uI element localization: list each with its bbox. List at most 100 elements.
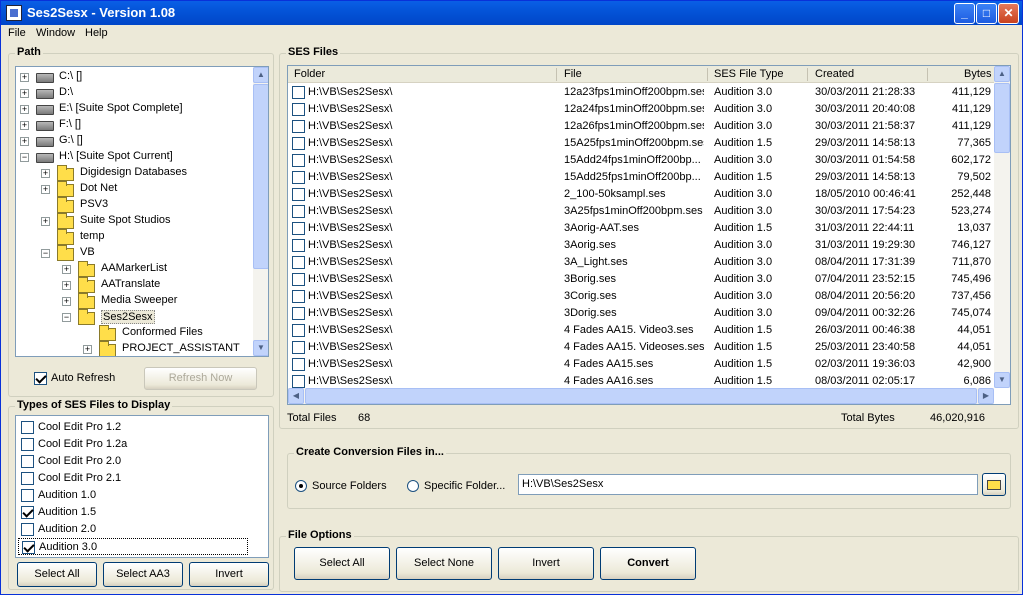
minimize-button[interactable]: _ [954,3,975,24]
expand-icon[interactable]: + [83,345,92,354]
row-checkbox[interactable] [292,222,305,235]
tree-node[interactable]: Conformed Files [16,325,252,341]
scroll-down-arrow-icon[interactable]: ▼ [253,340,268,356]
collapse-icon[interactable]: − [20,153,29,162]
expand-icon[interactable]: + [62,297,71,306]
table-row[interactable]: H:\VB\Ses2Sesx\ 3Corig.ses Audition 3.0 08/… [288,288,992,305]
tree-node[interactable]: PSV3 [16,197,252,213]
tree-node[interactable]: − H:\ [Suite Spot Current] [16,149,252,165]
type-option[interactable]: Cool Edit Pro 2.1 [18,470,248,487]
source-folders-radio[interactable] [295,480,307,492]
grid-hscroll-thumb[interactable] [305,388,977,404]
expand-icon[interactable]: + [20,105,29,114]
browse-folder-button[interactable] [982,473,1006,496]
tree-node[interactable]: + PROJECT_ASSISTANT [16,341,252,356]
table-row[interactable]: H:\VB\Ses2Sesx\ 12a23fps1minOff200bpm.ses… [288,84,992,101]
specific-folder-radio[interactable] [407,480,419,492]
app-icon[interactable] [6,5,22,21]
grid-vscrollbar[interactable]: ▲ ▼ [994,66,1010,388]
close-button[interactable]: ✕ [998,3,1019,24]
tree-node[interactable]: − Ses2Sesx [16,309,252,325]
types-select-all-button[interactable]: Select All [17,562,97,587]
expand-icon[interactable]: + [20,73,29,82]
table-row[interactable]: H:\VB\Ses2Sesx\ 3Dorig.ses Audition 3.0 09/… [288,305,992,322]
tree-scrollbar[interactable]: ▲ ▼ [253,67,268,356]
type-option[interactable]: Audition 3.0 [18,538,248,555]
type-option[interactable]: Audition 1.5 [18,504,248,521]
refresh-now-button[interactable]: Refresh Now [144,367,257,390]
tree-node[interactable]: temp [16,229,252,245]
tree-node[interactable]: + AATranslate [16,277,252,293]
row-checkbox[interactable] [292,273,305,286]
col-folder-header[interactable]: Folder [294,68,325,80]
tree-node[interactable]: + Suite Spot Studios [16,213,252,229]
row-checkbox[interactable] [292,239,305,252]
menu-window[interactable]: Window [36,27,75,39]
title-bar[interactable]: Ses2Sesx - Version 1.08 _ □ ✕ [1,1,1022,25]
tree-node[interactable]: + AAMarkerList [16,261,252,277]
select-aa3-button[interactable]: Select AA3 [103,562,183,587]
type-option[interactable]: Cool Edit Pro 1.2a [18,436,248,453]
col-file-header[interactable]: File [564,68,582,80]
tree-node[interactable]: + Dot Net [16,181,252,197]
grid-vscroll-thumb[interactable] [994,83,1010,153]
row-checkbox[interactable] [292,307,305,320]
select-none-button[interactable]: Select None [396,547,492,580]
tree-node[interactable]: + Digidesign Databases [16,165,252,181]
table-row[interactable]: H:\VB\Ses2Sesx\ 12a24fps1minOff200bpm.ses… [288,101,992,118]
tree-node[interactable]: + G:\ [] [16,133,252,149]
type-option[interactable]: Cool Edit Pro 1.2 [18,419,248,436]
tree-node[interactable]: + E:\ [Suite Spot Complete] [16,101,252,117]
expand-icon[interactable]: + [20,121,29,130]
row-checkbox[interactable] [292,86,305,99]
scroll-thumb[interactable] [253,84,268,269]
table-row[interactable]: H:\VB\Ses2Sesx\ 15Add25fps1minOff200bp...… [288,169,992,186]
menu-file[interactable]: File [8,27,26,39]
tree-node[interactable]: + Media Sweeper [16,293,252,309]
row-checkbox[interactable] [292,137,305,150]
table-row[interactable]: H:\VB\Ses2Sesx\ 12a26fps1minOff200bpm.ses… [288,118,992,135]
auto-refresh-checkbox[interactable] [34,372,47,385]
grid-scroll-left-icon[interactable]: ◀ [288,388,304,404]
expand-icon[interactable]: + [41,169,50,178]
row-checkbox[interactable] [292,324,305,337]
row-checkbox[interactable] [292,375,305,388]
row-checkbox[interactable] [292,256,305,269]
scroll-up-arrow-icon[interactable]: ▲ [253,67,268,83]
maximize-button[interactable]: □ [976,3,997,24]
col-created-header[interactable]: Created [815,68,854,80]
table-row[interactable]: H:\VB\Ses2Sesx\ 3Aorig.ses Audition 3.0 31/… [288,237,992,254]
grid-hscrollbar[interactable]: ◀ ▶ [288,388,994,404]
type-option[interactable]: Audition 2.0 [18,521,248,538]
table-row[interactable]: H:\VB\Ses2Sesx\ 15Add24fps1minOff200bp...… [288,152,992,169]
row-checkbox[interactable] [292,171,305,184]
table-row[interactable]: H:\VB\Ses2Sesx\ 2_100-50ksampl.ses Auditio… [288,186,992,203]
collapse-icon[interactable]: − [62,313,71,322]
tree-node[interactable]: + F:\ [] [16,117,252,133]
ses-files-grid[interactable]: Folder File SES File Type Created Bytes … [287,65,1011,405]
type-checkbox[interactable] [21,472,34,485]
type-checkbox[interactable] [21,506,34,519]
col-type-header[interactable]: SES File Type [714,68,784,80]
row-checkbox[interactable] [292,205,305,218]
convert-button[interactable]: Convert [600,547,696,580]
row-checkbox[interactable] [292,120,305,133]
select-all-button[interactable]: Select All [294,547,390,580]
table-row[interactable]: H:\VB\Ses2Sesx\ 4 Fades AA15.ses Audition … [288,356,992,373]
type-checkbox[interactable] [21,455,34,468]
types-list[interactable]: Cool Edit Pro 1.2 Cool Edit Pro 1.2a Cool … [15,415,269,558]
collapse-icon[interactable]: − [41,249,50,258]
tree-node[interactable]: + D:\ [16,85,252,101]
type-checkbox[interactable] [21,438,34,451]
row-checkbox[interactable] [292,341,305,354]
expand-icon[interactable]: + [41,217,50,226]
row-checkbox[interactable] [292,188,305,201]
menu-help[interactable]: Help [85,27,108,39]
type-checkbox[interactable] [21,523,34,536]
table-row[interactable]: H:\VB\Ses2Sesx\ 3A25fps1minOff200bpm.ses A… [288,203,992,220]
table-row[interactable]: H:\VB\Ses2Sesx\ 4 Fades AA15. Videoses.se… [288,339,992,356]
grid-scroll-right-icon[interactable]: ▶ [978,388,994,404]
expand-icon[interactable]: + [41,185,50,194]
row-checkbox[interactable] [292,103,305,116]
type-checkbox[interactable] [21,421,34,434]
